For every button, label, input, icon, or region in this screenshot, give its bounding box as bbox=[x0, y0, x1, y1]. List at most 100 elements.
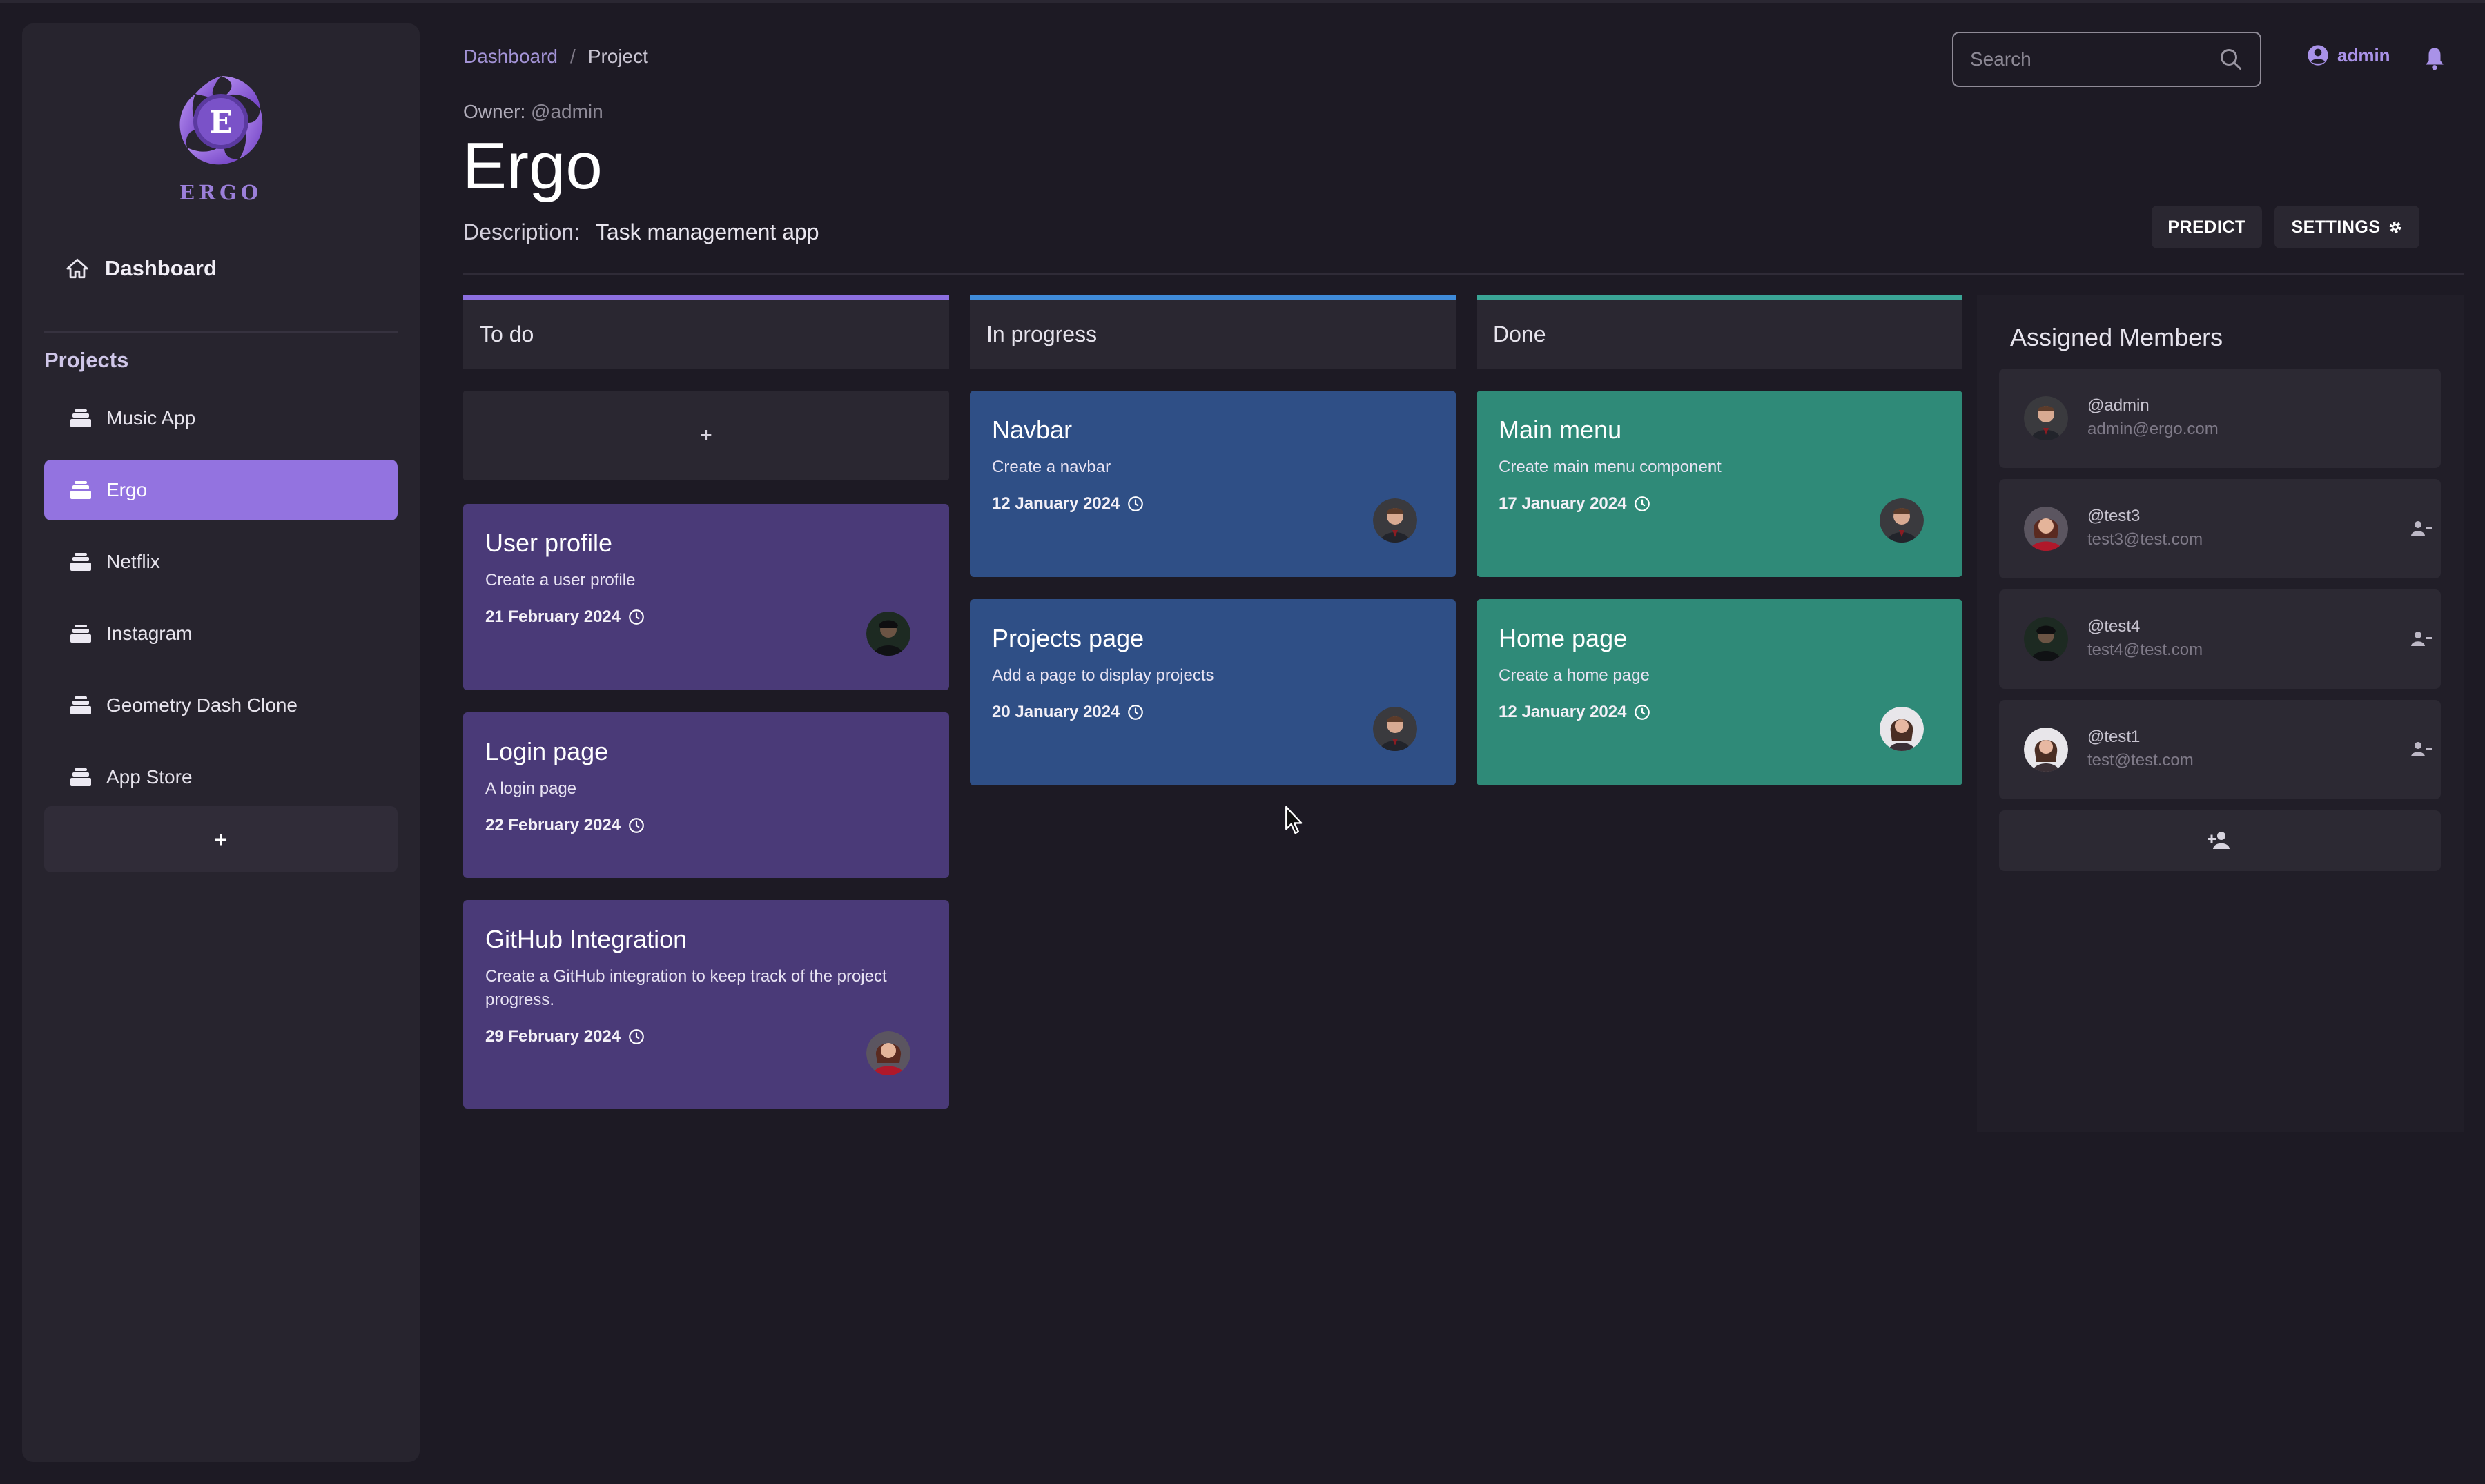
member-handle: @test3 bbox=[2087, 507, 2141, 525]
sidebar-item-ergo[interactable]: Ergo bbox=[44, 460, 398, 520]
add-task-button[interactable]: + bbox=[463, 391, 949, 480]
sidebar-item-app-store[interactable]: App Store bbox=[44, 747, 398, 808]
nav-dashboard[interactable]: Dashboard bbox=[65, 231, 389, 306]
search-icon[interactable] bbox=[2219, 47, 2243, 72]
card-description: Create main menu component bbox=[1499, 458, 1722, 476]
sidebar-item-label: Ergo bbox=[106, 479, 148, 500]
assigned-members-panel: Assigned Members @admin admin@ergo.com @… bbox=[1977, 295, 2464, 1132]
card-date: 17 January 2024 bbox=[1499, 494, 1940, 514]
search-box[interactable] bbox=[1952, 32, 2261, 87]
remove-member-icon[interactable] bbox=[2410, 519, 2433, 538]
sidebar-item-music-app[interactable]: Music App bbox=[44, 388, 398, 449]
task-card[interactable]: Login page A login page 22 February 2024 bbox=[463, 712, 949, 878]
assignee-avatar[interactable] bbox=[866, 1031, 910, 1075]
card-title: Login page bbox=[485, 737, 609, 765]
settings-button[interactable]: SETTINGS bbox=[2274, 206, 2419, 248]
project-description: Description: Task management app bbox=[463, 219, 819, 245]
sidebar-item-geometry-dash-clone[interactable]: Geometry Dash Clone bbox=[44, 675, 398, 736]
add-project-button[interactable]: + bbox=[44, 806, 398, 872]
owner-handle: @admin bbox=[531, 101, 603, 122]
avatar-image bbox=[1880, 498, 1924, 543]
task-card[interactable]: Navbar Create a navbar 12 January 2024 bbox=[970, 391, 1456, 577]
assignee-avatar[interactable] bbox=[1373, 498, 1417, 543]
layers-icon bbox=[70, 625, 91, 643]
assignee-avatar[interactable] bbox=[1373, 707, 1417, 751]
ergo-logo-icon: E bbox=[179, 76, 263, 165]
member-handle: @test1 bbox=[2087, 728, 2141, 746]
card-title: Home page bbox=[1499, 624, 1628, 652]
member-avatar bbox=[2024, 507, 2068, 551]
svg-text:E: E bbox=[209, 105, 233, 140]
projects-heading: Projects bbox=[44, 348, 129, 372]
member-email: test4@test.com bbox=[2087, 641, 2203, 659]
predict-button[interactable]: PREDICT bbox=[2152, 206, 2262, 248]
avatar-image bbox=[2024, 396, 2068, 440]
card-title: User profile bbox=[485, 529, 613, 557]
clock-icon bbox=[629, 1029, 644, 1044]
column-todo: To do + User profile Create a user profi… bbox=[463, 295, 949, 1109]
nav-dashboard-label: Dashboard bbox=[105, 256, 217, 280]
card-description: Create a user profile bbox=[485, 571, 636, 589]
assignee-avatar[interactable] bbox=[1880, 498, 1924, 543]
remove-member-icon[interactable] bbox=[2410, 740, 2433, 759]
card-date-text: 12 January 2024 bbox=[992, 494, 1120, 513]
assignee-avatar[interactable] bbox=[1880, 707, 1924, 751]
avatar-image bbox=[2024, 728, 2068, 772]
add-person-icon bbox=[2208, 832, 2230, 849]
description-value: Task management app bbox=[595, 219, 819, 244]
project-owner: Owner: @admin bbox=[463, 101, 603, 123]
member-avatar bbox=[2024, 728, 2068, 772]
member-item[interactable]: @test1 test@test.com bbox=[1999, 700, 2441, 799]
card-description: Create a navbar bbox=[992, 458, 1111, 476]
card-date-text: 17 January 2024 bbox=[1499, 494, 1627, 513]
breadcrumb: Dashboard / Project bbox=[463, 46, 648, 68]
user-menu[interactable]: admin bbox=[2307, 44, 2390, 66]
clock-icon bbox=[1128, 496, 1144, 511]
card-description: Create a home page bbox=[1499, 666, 1650, 685]
predict-label: PREDICT bbox=[2167, 217, 2246, 237]
member-item[interactable]: @admin admin@ergo.com bbox=[1999, 369, 2441, 468]
card-date: 20 January 2024 bbox=[992, 703, 1434, 722]
top-border bbox=[0, 0, 2485, 3]
card-date: 21 February 2024 bbox=[485, 607, 927, 627]
layers-icon bbox=[70, 553, 91, 571]
task-card[interactable]: Home page Create a home page 12 January … bbox=[1477, 599, 1962, 785]
sidebar: E ERGO Dashboard Projects Music App Ergo bbox=[22, 23, 420, 1462]
clock-icon bbox=[1635, 496, 1650, 511]
task-card[interactable]: User profile Create a user profile 21 Fe… bbox=[463, 504, 949, 690]
ergo-logo[interactable]: E ERGO bbox=[22, 69, 420, 214]
layers-icon bbox=[70, 481, 91, 499]
member-item[interactable]: @test3 test3@test.com bbox=[1999, 479, 2441, 578]
layers-icon bbox=[70, 696, 91, 714]
breadcrumb-dashboard-link[interactable]: Dashboard bbox=[463, 46, 558, 68]
card-date: 29 February 2024 bbox=[485, 1027, 927, 1046]
sidebar-item-instagram[interactable]: Instagram bbox=[44, 603, 398, 664]
column-header: To do bbox=[463, 295, 949, 369]
task-card[interactable]: Projects page Add a page to display proj… bbox=[970, 599, 1456, 785]
layers-icon bbox=[70, 409, 91, 427]
member-handle: @admin bbox=[2087, 396, 2150, 415]
sidebar-item-label: Music App bbox=[106, 407, 196, 429]
clock-icon bbox=[1128, 705, 1144, 720]
sidebar-item-label: Instagram bbox=[106, 623, 193, 644]
column-in-progress: In progress Navbar Create a navbar 12 Ja… bbox=[970, 295, 1456, 785]
card-title: GitHub Integration bbox=[485, 925, 688, 953]
card-date-text: 22 February 2024 bbox=[485, 816, 621, 834]
column-header: Done bbox=[1477, 295, 1962, 369]
member-item[interactable]: @test4 test4@test.com bbox=[1999, 589, 2441, 689]
member-email: test@test.com bbox=[2087, 751, 2194, 770]
task-card[interactable]: GitHub Integration Create a GitHub integ… bbox=[463, 900, 949, 1109]
search-input[interactable] bbox=[1970, 48, 2205, 70]
member-email: admin@ergo.com bbox=[2087, 420, 2219, 438]
avatar-image bbox=[1373, 498, 1417, 543]
add-member-button[interactable] bbox=[1999, 810, 2441, 871]
sidebar-item-label: Geometry Dash Clone bbox=[106, 694, 298, 716]
sidebar-item-netflix[interactable]: Netflix bbox=[44, 531, 398, 592]
notifications-button[interactable] bbox=[2423, 46, 2446, 75]
task-card[interactable]: Main menu Create main menu component 17 … bbox=[1477, 391, 1962, 577]
account-circle-icon bbox=[2308, 45, 2328, 66]
avatar-image bbox=[1880, 707, 1924, 751]
remove-member-icon[interactable] bbox=[2410, 629, 2433, 649]
card-title: Projects page bbox=[992, 624, 1144, 652]
assignee-avatar[interactable] bbox=[866, 612, 910, 656]
